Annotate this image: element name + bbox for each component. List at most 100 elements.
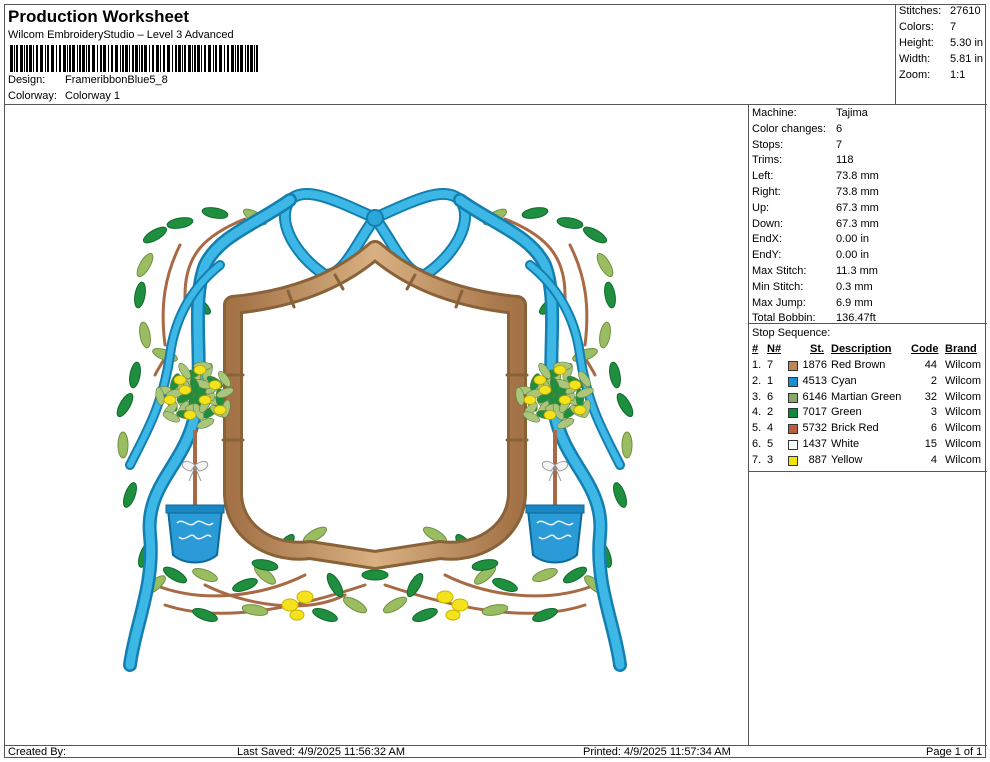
info-value: 6 (836, 122, 843, 135)
color-swatch (788, 376, 798, 387)
leaf (613, 482, 627, 508)
info-value: 7 (836, 138, 843, 151)
stop-sequence-row: 7. 3 887 Yellow 4 Wilcom (749, 454, 987, 470)
leaf (556, 217, 584, 229)
stop-sequence-row: 6. 5 1437 White 15 Wilcom (749, 438, 987, 454)
info-value: 0.00 in (836, 233, 870, 246)
leaf (582, 226, 608, 244)
info-value: 136.47ft (836, 312, 876, 325)
stop-sequence-row: 3. 6 6146 Martian Green 32 Wilcom (749, 391, 987, 407)
row-stitches: 6146 (802, 390, 827, 403)
info-value: Tajima (836, 107, 868, 119)
row-num: 7. (752, 453, 762, 466)
info-value: 0.00 in (836, 249, 870, 262)
row-needle: 7 (767, 359, 774, 371)
row-needle: 6 (767, 390, 774, 403)
barcode-image (10, 45, 258, 72)
row-num: 2. (752, 374, 762, 387)
colorway-row: Colorway: Colorway 1 (8, 90, 120, 102)
color-swatch (788, 408, 798, 419)
row-brand: Wilcom (945, 390, 982, 403)
info-label: Max Jump: (752, 296, 806, 309)
info-value: 0.3 mm (836, 280, 873, 293)
embroidery-design-image (116, 187, 634, 672)
design-label: Design: (8, 74, 46, 86)
color-swatch (788, 392, 798, 403)
leaf (116, 392, 134, 418)
design-row: Design: FrameribbonBlue5_8 (8, 74, 168, 86)
row-needle: 4 (767, 422, 774, 435)
row-description: Green (831, 406, 862, 419)
row-code: 44 (924, 359, 937, 371)
leaf (481, 604, 509, 616)
info-label: Up: (752, 201, 770, 214)
stop-sequence-row: 4. 2 7017 Green 3 Wilcom (749, 406, 987, 422)
row-num: 6. (752, 438, 762, 450)
row-stitches: 5732 (802, 422, 827, 435)
row-code: 3 (930, 406, 937, 419)
info-value: 6.9 mm (836, 296, 873, 309)
page-title: Production Worksheet (8, 7, 190, 26)
row-code: 2 (930, 374, 937, 387)
row-needle: 3 (767, 453, 774, 466)
topiary-tree (155, 361, 234, 564)
stop-sequence-row: 1. 7 1876 Red Brown 44 Wilcom (749, 359, 987, 375)
row-code: 32 (924, 390, 937, 403)
col-st: St. (810, 343, 825, 355)
info-label: EndY: (752, 249, 782, 262)
row-stitches: 1437 (802, 438, 827, 450)
leaf (123, 482, 137, 508)
leaf (412, 608, 438, 622)
info-value: 118 (836, 154, 854, 167)
printed-date: Printed: 4/9/2025 11:57:34 AM (583, 746, 731, 758)
row-needle: 1 (767, 374, 774, 387)
leaf (192, 608, 218, 622)
col-num: # (752, 343, 759, 355)
row-brand: Wilcom (945, 359, 982, 371)
color-swatch (788, 361, 798, 371)
leaf (166, 217, 194, 229)
info-value: 67.3 mm (836, 201, 879, 214)
leaf (382, 596, 408, 614)
design-preview[interactable] (5, 105, 749, 745)
leaf (562, 566, 588, 584)
last-saved: Last Saved: 4/9/2025 11:56:32 AM (237, 746, 405, 758)
info-value: 73.8 mm (836, 186, 879, 198)
leaf (139, 321, 151, 349)
info-label: EndX: (752, 233, 782, 246)
row-description: Martian Green (831, 390, 902, 403)
info-label: Stops: (752, 138, 784, 151)
row-num: 1. (752, 359, 762, 371)
info-label: Down: (752, 217, 784, 230)
info-value: 67.3 mm (836, 217, 879, 230)
color-swatch (788, 455, 798, 466)
row-code: 6 (930, 422, 937, 435)
stop-sequence-header: # N# St. Description Code Brand (749, 343, 987, 359)
info-label: Total Bobbin: (752, 312, 816, 325)
row-stitches: 887 (808, 453, 827, 466)
row-description: White (831, 438, 860, 450)
leaf (532, 568, 558, 582)
row-stitches: 4513 (802, 374, 827, 387)
leaf (609, 361, 621, 389)
leaf (129, 361, 141, 389)
info-label: Color changes: (752, 122, 826, 135)
info-label: Machine: (752, 107, 797, 119)
leaf (532, 608, 558, 622)
leaf (616, 392, 634, 418)
col-brand: Brand (945, 343, 977, 355)
leaf (201, 207, 229, 219)
created-by: Created By: (8, 746, 67, 758)
row-num: 5. (752, 422, 762, 435)
row-brand: Wilcom (945, 453, 982, 466)
leaf (136, 252, 154, 278)
divider (749, 471, 987, 472)
row-brand: Wilcom (945, 406, 982, 419)
bamboo-frame (221, 240, 529, 570)
row-brand: Wilcom (945, 374, 982, 387)
row-stitches: 7017 (802, 406, 827, 419)
design-info-panel: Stop Sequence: # N# St. Description Code… (749, 105, 987, 745)
colorway-value: Colorway 1 (65, 90, 121, 102)
colorway-label: Colorway: (8, 90, 57, 102)
row-stitches: 1876 (802, 359, 827, 371)
